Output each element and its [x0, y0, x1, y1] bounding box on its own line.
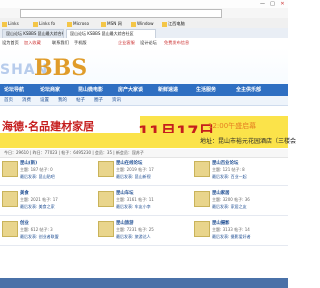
- address-field[interactable]: [20, 9, 222, 18]
- forum-last-post[interactable]: 最后发表: 美食之家: [20, 204, 55, 210]
- folder-icon: [162, 21, 167, 27]
- bookmark-item[interactable]: Links: [2, 20, 19, 27]
- forum-title[interactable]: 美食: [20, 190, 29, 196]
- browser-title-bar: [0, 0, 288, 8]
- forum-cell[interactable]: 昆山车坛 主题: 3161 帖子: 11 最后发表: 车友小李: [98, 188, 190, 216]
- forum-last-post[interactable]: 最后发表: 创业者联盟: [20, 234, 59, 240]
- forum-last-post[interactable]: 最后发表: 家居之友: [212, 204, 247, 210]
- ad-address-text: 地址：昆山市裕元花园酒店（三楼会: [200, 138, 297, 145]
- forum-stat: 主题: 3161 帖子: 11: [116, 197, 154, 202]
- subnav-item[interactable]: 圈子: [94, 97, 103, 104]
- forum-last-post[interactable]: 最后发表: 车友小李: [116, 204, 151, 210]
- bookmark-item[interactable]: Links fo: [33, 20, 55, 27]
- subnav-item[interactable]: 设置: [40, 97, 49, 104]
- forum-last-post[interactable]: 最后发表: 百业一起: [212, 174, 247, 180]
- forum-title[interactable]: 昆山车坛: [116, 190, 134, 196]
- forum-stat: 主题: 612 帖子: 3: [20, 227, 53, 232]
- nav-item[interactable]: 生活服务: [196, 86, 216, 95]
- nav-item[interactable]: 论坛导航: [4, 86, 24, 95]
- subnav-item[interactable]: 首页: [4, 97, 13, 104]
- design-forum-link[interactable]: 设计论坛: [140, 40, 157, 46]
- forum-title[interactable]: 昆山摄影: [212, 220, 230, 226]
- forum-cell[interactable]: 昆山摄影 主题: 3133 帖子: 14 最后发表: 摄影爱好者: [194, 218, 286, 246]
- forum-title[interactable]: 昆山旅游: [116, 220, 134, 226]
- post-info-link[interactable]: 免费发布信息: [164, 40, 189, 46]
- nav-item[interactable]: 论坛商家: [40, 86, 60, 95]
- forum-title[interactable]: 创业: [20, 220, 29, 226]
- forum-stat: 主题: 121 帖子: 8: [212, 167, 245, 172]
- close-icon[interactable]: ✕: [278, 1, 287, 7]
- forum-folder-icon: [194, 161, 210, 177]
- os-taskbar: [0, 278, 288, 288]
- forum-folder-icon: [2, 191, 18, 207]
- forum-stat: 主题: 2021 帖子: 17: [20, 197, 58, 202]
- forum-cell[interactable]: 昆山百业论坛 主题: 121 帖子: 8 最后发表: 百业一起: [194, 158, 286, 186]
- forum-last-post[interactable]: 最后发表: 摄影爱好者: [212, 234, 251, 240]
- maximize-icon[interactable]: □: [268, 1, 277, 7]
- bookmark-item[interactable]: 江西电脑: [162, 20, 185, 27]
- folder-icon: [101, 21, 106, 27]
- ad-brand-text: 海德·名品建材家居: [2, 120, 95, 133]
- subnav-item[interactable]: 消费: [22, 97, 31, 104]
- forum-cell[interactable]: 美食 主题: 2021 帖子: 17 最后发表: 美食之家: [2, 188, 94, 216]
- minimize-icon[interactable]: —: [258, 1, 267, 7]
- nav-item[interactable]: 房产大家谈: [118, 86, 143, 95]
- bookmark-item[interactable]: Window: [131, 20, 154, 27]
- bookmark-item[interactable]: MSN 网: [101, 20, 122, 27]
- forum-last-post[interactable]: 最后发表: 昆山贴吧: [20, 174, 55, 180]
- forum-title[interactable]: 昆山(新): [20, 160, 37, 166]
- contact-link[interactable]: 联系我们: [52, 40, 69, 46]
- forum-folder-icon: [2, 221, 18, 237]
- subnav-item[interactable]: 资讯: [112, 97, 121, 104]
- folder-icon: [131, 21, 136, 27]
- bookmark-item[interactable]: Microso: [67, 20, 89, 27]
- forum-folder-icon: [194, 221, 210, 237]
- forum-title[interactable]: 昆山百业论坛: [212, 160, 238, 166]
- nav-item[interactable]: 新鲜速递: [158, 86, 178, 95]
- service-link[interactable]: 企业客服: [118, 40, 135, 46]
- forum-cell[interactable]: 昆山(新) 主题: 187 帖子: 0 最后发表: 昆山贴吧: [2, 158, 94, 186]
- forum-cell[interactable]: 昆山家居 主题: 3200 帖子: 36 最后发表: 家居之友: [194, 188, 286, 216]
- forum-last-post[interactable]: 最后发表: 旅游达人: [116, 234, 151, 240]
- set-homepage-link[interactable]: 设为首页: [2, 40, 19, 46]
- subnav-item[interactable]: 帖子: [76, 97, 85, 104]
- forum-folder-icon: [194, 191, 210, 207]
- nav-item[interactable]: 昆山微电影: [78, 86, 103, 95]
- forum-stat: 主题: 2019 帖子: 17: [116, 167, 154, 172]
- folder-icon: [33, 21, 38, 27]
- forum-folder-icon: [98, 221, 114, 237]
- forum-folder-icon: [98, 161, 114, 177]
- add-favorite-link[interactable]: 加入收藏: [24, 40, 41, 46]
- forum-stat: 主题: 187 帖子: 0: [20, 167, 53, 172]
- nav-item[interactable]: 全主供乐部: [236, 86, 261, 95]
- forum-cell[interactable]: 创业 主题: 612 帖子: 3 最后发表: 创业者联盟: [2, 218, 94, 246]
- ad-time-text: 12:00午盛启幕: [208, 122, 257, 130]
- site-logo-bbs[interactable]: BBS: [34, 55, 87, 81]
- forum-cell[interactable]: 昆山旅游 主题: 7231 帖子: 25 最后发表: 旅游达人: [98, 218, 190, 246]
- forum-last-post[interactable]: 最后发表: 昆山新视: [116, 174, 151, 180]
- forum-title[interactable]: 昆山在线论坛: [116, 160, 142, 166]
- forum-folder-icon: [98, 191, 114, 207]
- forum-stats-bar: 今日：29610 | 昨日：77023 | 帖子：6495230 | 会员：35…: [0, 149, 288, 158]
- forum-cell[interactable]: 昆山在线论坛 主题: 2019 帖子: 17 最后发表: 昆山新视: [98, 158, 190, 186]
- mobile-link[interactable]: 手机版: [74, 40, 87, 46]
- forum-folder-icon: [2, 161, 18, 177]
- forum-stat: 主题: 7231 帖子: 25: [116, 227, 154, 232]
- folder-icon: [2, 21, 7, 27]
- forum-stat: 主题: 3200 帖子: 36: [212, 197, 250, 202]
- forum-stat: 主题: 3133 帖子: 14: [212, 227, 250, 232]
- forum-title[interactable]: 昆山家居: [212, 190, 230, 196]
- subnav-item[interactable]: 我的: [58, 97, 67, 104]
- stats-text: 今日：29610 | 昨日：77023 | 帖子：6495230 | 会员：35…: [4, 150, 144, 155]
- folder-icon: [67, 21, 72, 27]
